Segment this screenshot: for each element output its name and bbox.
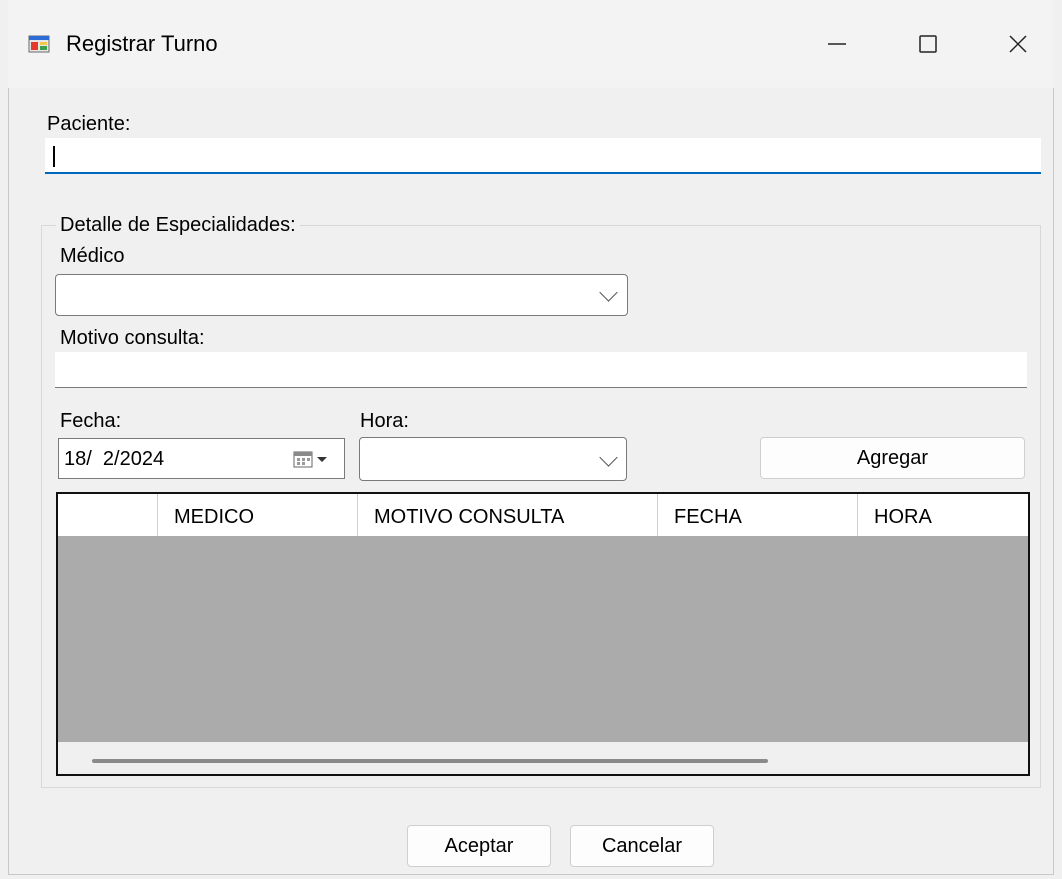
fecha-datepicker[interactable]: 18/ 2/2024 <box>58 438 345 479</box>
turnos-grid[interactable]: MEDICO MOTIVO CONSULTA FECHA HORA <box>56 492 1030 776</box>
calendar-dropdown-icon[interactable] <box>293 450 337 468</box>
column-header-motivo-consulta[interactable]: MOTIVO CONSULTA <box>358 494 658 536</box>
row-header-column <box>58 494 158 536</box>
column-header-fecha[interactable]: FECHA <box>658 494 858 536</box>
chevron-down-icon <box>599 283 618 302</box>
paciente-label: Paciente: <box>47 113 131 135</box>
window-title: Registrar Turno <box>66 31 218 56</box>
cancelar-button[interactable]: Cancelar <box>570 825 714 867</box>
minimize-icon <box>828 43 846 45</box>
close-button[interactable] <box>996 22 1040 66</box>
hora-combobox[interactable] <box>359 437 627 481</box>
hora-label: Hora: <box>360 410 409 432</box>
maximize-icon <box>919 35 937 53</box>
grid-header: MEDICO MOTIVO CONSULTA FECHA HORA <box>58 494 1028 536</box>
minimize-button[interactable] <box>815 22 859 66</box>
fecha-value: 18/ 2/2024 <box>64 448 165 470</box>
chevron-down-icon <box>599 448 618 467</box>
app-form-icon <box>28 35 50 53</box>
column-header-medico[interactable]: MEDICO <box>158 494 358 536</box>
group-title: Detalle de Especialidades: <box>56 214 300 237</box>
column-header-hora[interactable]: HORA <box>858 494 1028 536</box>
fecha-label: Fecha: <box>60 410 122 432</box>
scrollbar-thumb[interactable] <box>92 759 768 763</box>
medico-label: Médico <box>60 245 125 267</box>
medico-combobox[interactable] <box>55 274 628 316</box>
close-icon <box>1009 35 1027 53</box>
paciente-input[interactable] <box>45 138 1041 174</box>
motivo-label: Motivo consulta: <box>60 327 205 349</box>
grid-empty-area <box>58 536 1028 742</box>
horizontal-scrollbar[interactable] <box>58 742 1028 774</box>
text-caret <box>53 146 55 167</box>
motivo-input[interactable] <box>55 352 1027 388</box>
aceptar-button[interactable]: Aceptar <box>407 825 551 867</box>
agregar-button[interactable]: Agregar <box>760 437 1025 479</box>
maximize-button[interactable] <box>906 22 950 66</box>
